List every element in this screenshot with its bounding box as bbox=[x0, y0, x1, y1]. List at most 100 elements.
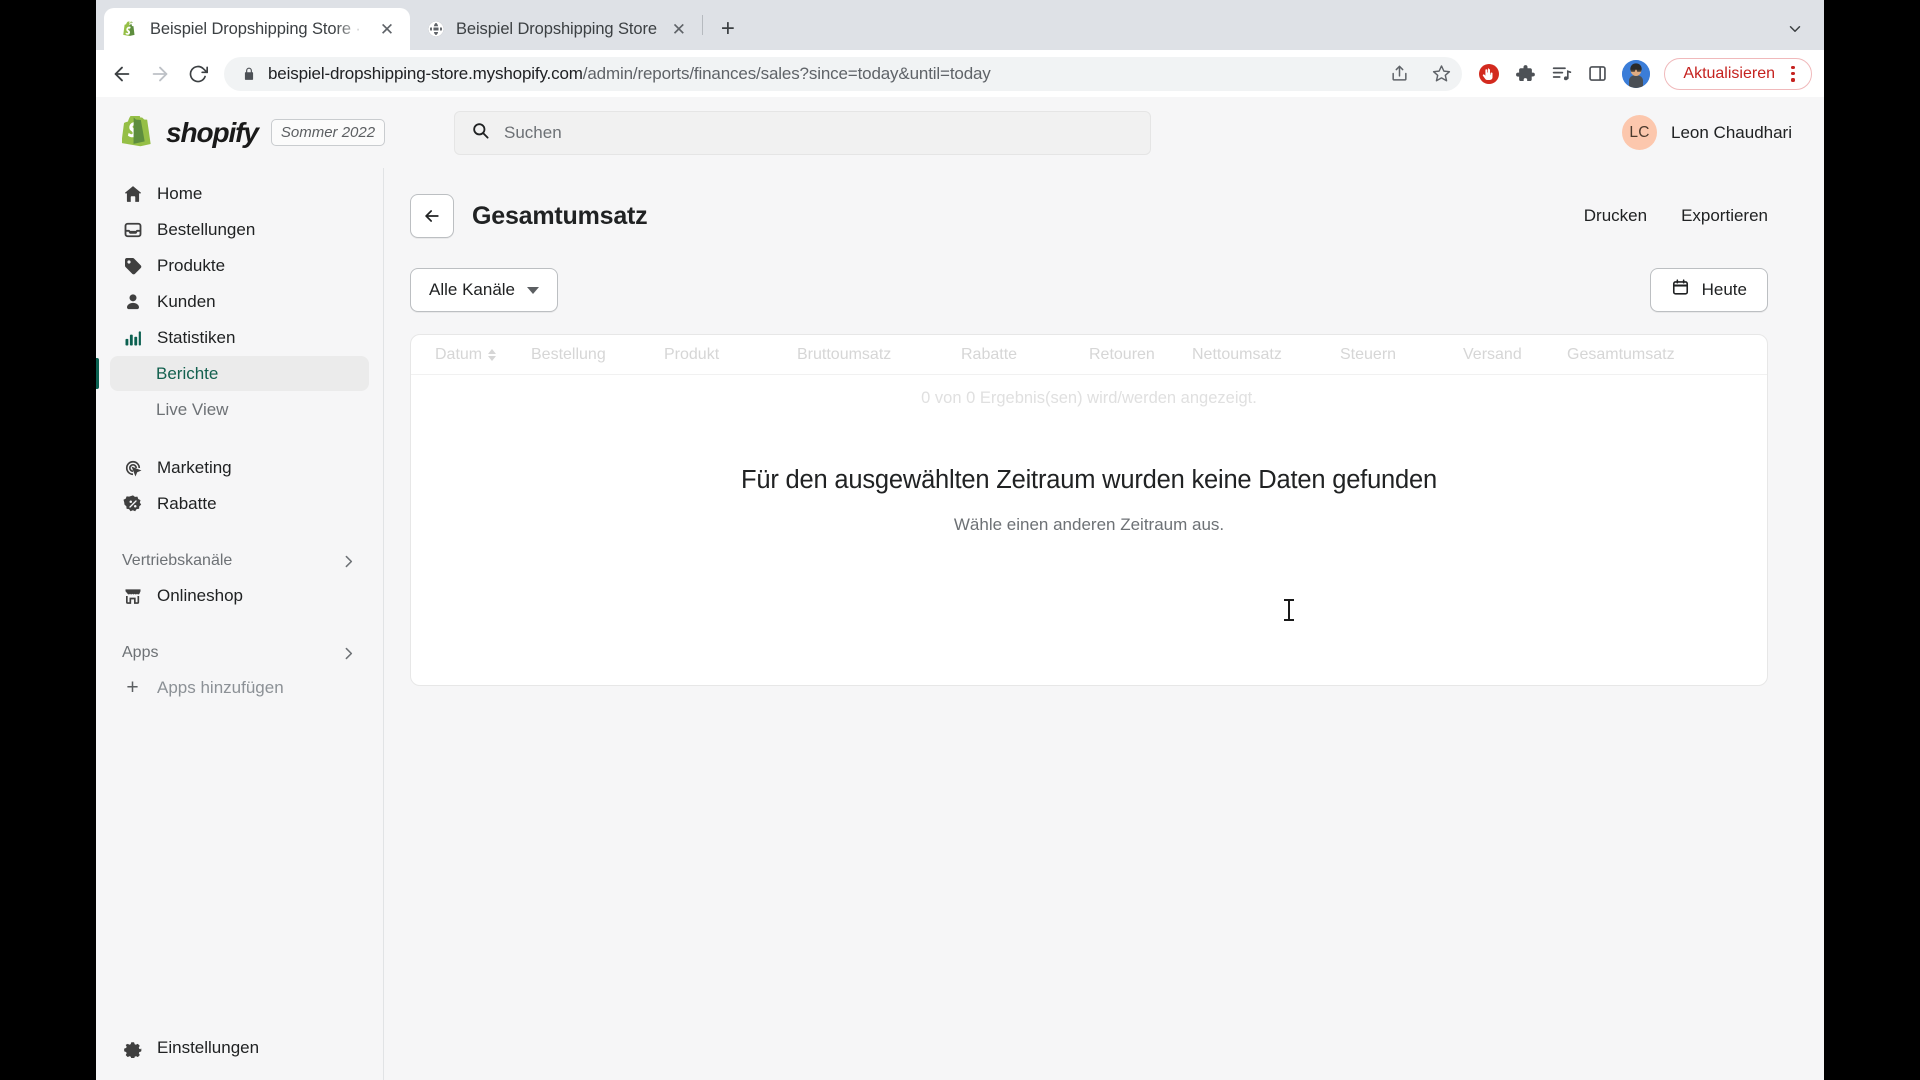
column-header-bruttoumsatz[interactable]: Bruttoumsatz bbox=[797, 346, 961, 364]
extensions-puzzle-icon[interactable] bbox=[1508, 57, 1542, 91]
browser-menu-kebab-icon[interactable] bbox=[1785, 65, 1801, 83]
sidebar-section-vertriebskanaele[interactable]: Vertriebskanäle bbox=[110, 544, 369, 578]
reload-icon[interactable] bbox=[180, 56, 216, 92]
home-icon bbox=[122, 183, 143, 204]
sidebar-item-label: Bestellungen bbox=[157, 219, 256, 239]
column-header-bestellung[interactable]: Bestellung bbox=[531, 346, 664, 364]
browser-tab-2-title: Beispiel Dropshipping Store bbox=[456, 19, 657, 38]
sidebar-item-einstellungen[interactable]: Einstellungen bbox=[110, 1030, 369, 1065]
gear-icon bbox=[122, 1037, 143, 1058]
shopify-logo-icon bbox=[121, 112, 153, 150]
channel-filter-label: Alle Kanäle bbox=[429, 280, 516, 299]
sidebar-item-live-view[interactable]: Live View bbox=[110, 392, 369, 427]
sidebar-item-apps-hinzufuegen[interactable]: + Apps hinzufügen bbox=[110, 670, 369, 705]
column-header-steuern[interactable]: Steuern bbox=[1340, 346, 1463, 364]
sidebar-item-marketing[interactable]: Marketing bbox=[110, 450, 369, 485]
new-tab-button[interactable]: + bbox=[711, 12, 745, 46]
browser-tab-1[interactable]: Beispiel Dropshipping Store · F ✕ bbox=[104, 8, 410, 50]
sidebar: Home Bestellungen Produkte Kunden Statis… bbox=[96, 168, 384, 1080]
page-header-actions: Drucken Exportieren bbox=[1584, 206, 1768, 226]
adblock-icon[interactable] bbox=[1472, 57, 1506, 91]
close-icon[interactable]: ✕ bbox=[668, 18, 690, 40]
sidebar-item-produkte[interactable]: Produkte bbox=[110, 248, 369, 283]
analytics-bars-icon bbox=[122, 327, 143, 348]
close-icon[interactable]: ✕ bbox=[376, 18, 398, 40]
tabstrip-right-controls bbox=[1780, 8, 1824, 50]
chevron-right-icon[interactable] bbox=[340, 553, 357, 570]
back-arrow-icon[interactable] bbox=[104, 56, 140, 92]
empty-state: Für den ausgewählten Zeitraum wurden kei… bbox=[411, 466, 1767, 535]
export-button[interactable]: Exportieren bbox=[1681, 206, 1768, 226]
chevron-right-icon[interactable] bbox=[340, 645, 357, 662]
shopify-topbar: shopify Sommer 2022 Suchen LC Leon Chaud… bbox=[96, 97, 1824, 168]
browser-toolbar: beispiel-dropshipping-store.myshopify.co… bbox=[96, 50, 1824, 97]
user-menu[interactable]: LC Leon Chaudhari bbox=[1622, 115, 1792, 150]
page-title: Gesamtumsatz bbox=[472, 201, 648, 230]
url-path: /admin/reports/finances/sales?since=toda… bbox=[582, 63, 991, 83]
channel-filter-dropdown[interactable]: Alle Kanäle bbox=[410, 268, 559, 312]
sidebar-item-label: Kunden bbox=[157, 291, 216, 311]
back-button[interactable] bbox=[410, 194, 454, 238]
shopify-brand[interactable]: shopify Sommer 2022 bbox=[121, 112, 412, 150]
url-host: beispiel-dropshipping-store.myshopify.co… bbox=[268, 63, 583, 83]
search-placeholder: Suchen bbox=[504, 122, 562, 142]
column-header-retouren[interactable]: Retouren bbox=[1089, 346, 1192, 364]
reading-list-icon[interactable] bbox=[1544, 57, 1578, 91]
sidebar-item-rabatte[interactable]: Rabatte bbox=[110, 486, 369, 521]
column-header-rabatte[interactable]: Rabatte bbox=[961, 346, 1089, 364]
chevron-down-icon[interactable] bbox=[1780, 14, 1810, 44]
bookmark-star-icon[interactable] bbox=[1426, 59, 1456, 89]
print-button[interactable]: Drucken bbox=[1584, 206, 1647, 226]
column-header-gesamtumsatz[interactable]: Gesamtumsatz bbox=[1567, 346, 1675, 364]
sidebar-subitem-label: Live View bbox=[156, 399, 229, 419]
customer-person-icon bbox=[122, 291, 143, 312]
empty-state-subtitle: Wähle einen anderen Zeitraum aus. bbox=[953, 515, 1225, 534]
search-input[interactable]: Suchen bbox=[454, 110, 1151, 155]
sidebar-item-label: Onlineshop bbox=[157, 585, 244, 605]
column-header-nettoumsatz[interactable]: Nettoumsatz bbox=[1192, 346, 1340, 364]
sidebar-item-kunden[interactable]: Kunden bbox=[110, 284, 369, 319]
shopify-admin: shopify Sommer 2022 Suchen LC Leon Chaud… bbox=[96, 97, 1824, 1080]
sidebar-item-label: Statistiken bbox=[157, 327, 236, 347]
empty-state-title: Für den ausgewählten Zeitraum wurden kei… bbox=[741, 466, 1437, 494]
sidebar-item-berichte[interactable]: Berichte bbox=[96, 356, 369, 391]
report-card: Datum Bestellung Produkt Bruttoumsatz Ra… bbox=[410, 334, 1768, 686]
side-panel-icon[interactable] bbox=[1580, 57, 1614, 91]
update-button[interactable]: Aktualisieren bbox=[1664, 57, 1812, 90]
sidebar-subitem-label: Berichte bbox=[156, 363, 219, 383]
browser-tab-2[interactable]: Beispiel Dropshipping Store ✕ bbox=[410, 8, 702, 50]
storefront-icon bbox=[122, 585, 143, 606]
sidebar-section-apps[interactable]: Apps bbox=[110, 636, 369, 670]
sidebar-footer: Einstellungen bbox=[110, 1030, 369, 1080]
lock-icon bbox=[242, 67, 256, 81]
share-icon[interactable] bbox=[1384, 59, 1414, 89]
shopify-wordmark: shopify bbox=[166, 116, 259, 148]
main-content: Gesamtumsatz Drucken Exportieren Alle Ka… bbox=[384, 168, 1824, 1080]
app-body: Home Bestellungen Produkte Kunden Statis… bbox=[96, 168, 1824, 1080]
search-icon bbox=[471, 121, 490, 145]
page-header: Gesamtumsatz Drucken Exportieren bbox=[410, 194, 1768, 238]
browser-profile-avatar[interactable] bbox=[1622, 59, 1651, 88]
sidebar-item-home[interactable]: Home bbox=[110, 176, 369, 211]
column-header-produkt[interactable]: Produkt bbox=[664, 346, 797, 364]
browser-tab-strip: Beispiel Dropshipping Store · F ✕ Beispi… bbox=[96, 0, 1824, 50]
date-range-button[interactable]: Heute bbox=[1649, 268, 1768, 312]
column-header-datum[interactable]: Datum bbox=[435, 346, 531, 364]
shopify-favicon bbox=[120, 20, 139, 39]
chevron-down-icon bbox=[527, 286, 540, 294]
column-header-versand[interactable]: Versand bbox=[1463, 346, 1567, 364]
sidebar-item-statistiken[interactable]: Statistiken bbox=[110, 320, 369, 355]
results-count: 0 von 0 Ergebnis(sen) wird/werden angeze… bbox=[921, 389, 1257, 407]
product-tag-icon bbox=[122, 255, 143, 276]
browser-window: Beispiel Dropshipping Store · F ✕ Beispi… bbox=[96, 0, 1824, 1080]
address-bar[interactable]: beispiel-dropshipping-store.myshopify.co… bbox=[224, 56, 1463, 91]
tab-divider bbox=[701, 15, 703, 35]
filter-row: Alle Kanäle Heute bbox=[410, 268, 1768, 312]
sidebar-item-bestellungen[interactable]: Bestellungen bbox=[110, 212, 369, 247]
orders-inbox-icon bbox=[122, 219, 143, 240]
sidebar-item-label: Apps hinzufügen bbox=[157, 677, 284, 697]
sidebar-item-label: Produkte bbox=[157, 255, 226, 275]
sidebar-item-onlineshop[interactable]: Onlineshop bbox=[110, 578, 369, 613]
sort-arrows-icon[interactable] bbox=[488, 348, 497, 361]
